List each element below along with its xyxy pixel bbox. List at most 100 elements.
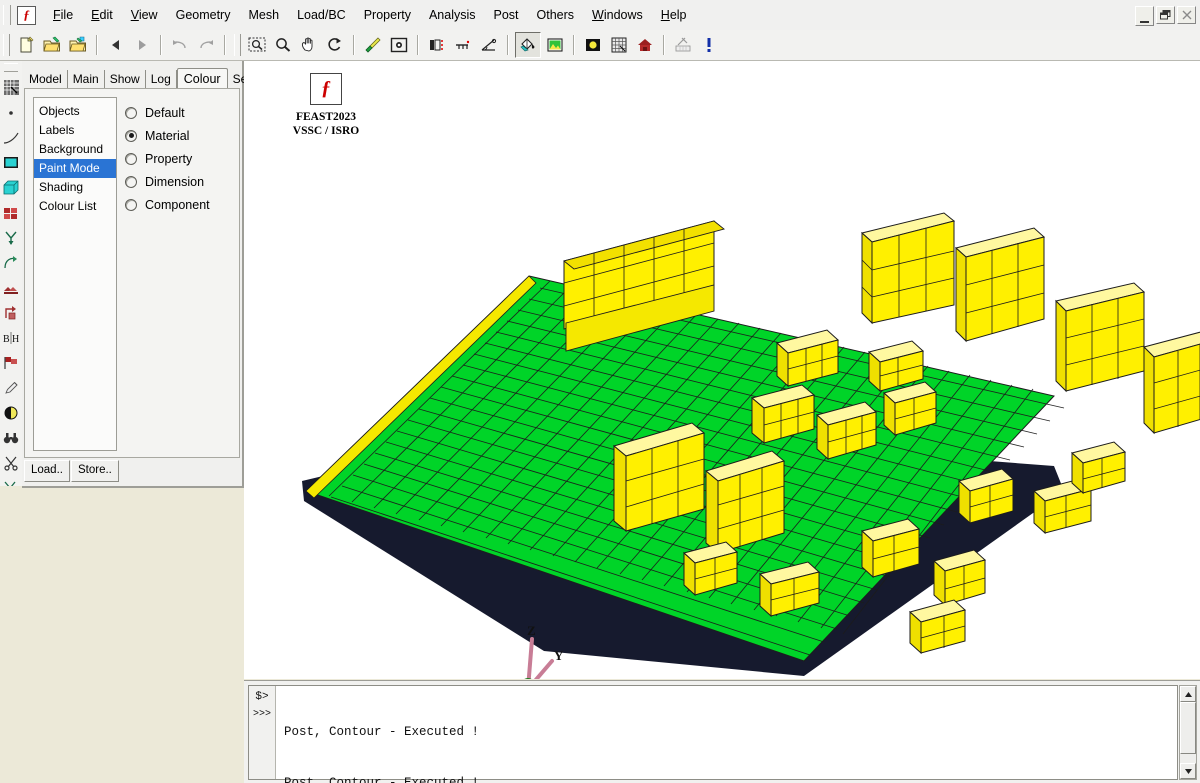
surface-tool-icon[interactable]	[1, 150, 21, 175]
rail-grip[interactable]	[4, 63, 18, 72]
console-inner[interactable]: $> >>> Post, Contour - Executed ! Post, …	[248, 685, 1178, 783]
list-item-objects[interactable]: Objects	[34, 102, 116, 121]
zoom-icon[interactable]	[271, 33, 295, 57]
menu-windows[interactable]: Windows	[583, 5, 652, 25]
extrude-tool-icon[interactable]	[1, 275, 21, 300]
menu-loadbc[interactable]: Load/BC	[288, 5, 355, 25]
console-scrollbar[interactable]	[1179, 685, 1197, 780]
tab-log[interactable]: Log	[146, 70, 177, 89]
save-file-icon[interactable]	[66, 33, 90, 57]
menu-mesh[interactable]: Mesh	[239, 5, 288, 25]
menu-analysis[interactable]: Analysis	[420, 5, 485, 25]
toolbar-grip-2[interactable]	[234, 34, 241, 56]
radio-row-dimension[interactable]: Dimension	[125, 170, 210, 193]
list-item-paint-mode[interactable]: Paint Mode	[34, 159, 116, 178]
radio-material[interactable]	[125, 129, 137, 142]
previous-view-icon[interactable]	[104, 33, 128, 57]
console-prompt-gutter: $> >>>	[249, 686, 276, 779]
panel-tab-strip: Model Main Show Log Colour Settings	[24, 68, 282, 90]
menu-bar-grip[interactable]	[3, 5, 11, 25]
redo-icon[interactable]	[194, 33, 218, 57]
tab-colour[interactable]: Colour	[176, 68, 228, 90]
mirror-tool-icon[interactable]: B H	[1, 325, 21, 350]
undo-icon[interactable]	[168, 33, 192, 57]
clear-broom-icon[interactable]	[361, 33, 385, 57]
radio-row-default[interactable]: Default	[125, 101, 210, 124]
restore-button[interactable]	[1156, 6, 1175, 24]
equipment-box	[908, 599, 967, 655]
list-item-colour-list[interactable]: Colour List	[34, 197, 116, 216]
chevron-down-icon	[1184, 768, 1192, 774]
list-item-labels[interactable]: Labels	[34, 121, 116, 140]
mesh-grid-tool-icon[interactable]	[1, 75, 21, 100]
list-item-background[interactable]: Background	[34, 140, 116, 159]
load-button[interactable]: Load..	[24, 460, 70, 482]
radio-property[interactable]	[125, 152, 137, 165]
tab-show[interactable]: Show	[105, 70, 146, 89]
menu-others[interactable]: Others	[528, 5, 584, 25]
console-output[interactable]: Post, Contour - Executed ! Post, Contour…	[276, 686, 1177, 783]
radio-row-component[interactable]: Component	[125, 193, 210, 216]
svg-text:B: B	[3, 334, 10, 345]
close-button[interactable]	[1177, 6, 1196, 24]
point-tool-icon[interactable]	[1, 100, 21, 125]
radio-component[interactable]	[125, 198, 137, 211]
warning-icon[interactable]	[697, 33, 721, 57]
rotate-icon[interactable]	[323, 33, 347, 57]
list-item-shading[interactable]: Shading	[34, 178, 116, 197]
feast-app-icon[interactable]: ƒ	[17, 5, 36, 25]
pan-hand-icon[interactable]	[297, 33, 321, 57]
tab-main[interactable]: Main	[68, 70, 105, 89]
minimize-button[interactable]	[1135, 6, 1154, 26]
fea-mesh-model[interactable]: Z Y X	[244, 61, 1200, 679]
toolbar-grip-1[interactable]	[3, 34, 10, 56]
scroll-up-button[interactable]	[1180, 686, 1196, 702]
equipment-box	[954, 227, 1046, 343]
light-tool-icon[interactable]	[1, 400, 21, 425]
menu-property[interactable]: Property	[355, 5, 420, 25]
angle-measure-icon[interactable]	[477, 33, 501, 57]
radio-row-material[interactable]: Material	[125, 124, 210, 147]
menu-geometry[interactable]: Geometry	[167, 5, 240, 25]
light-bulb-icon[interactable]	[581, 33, 605, 57]
home-view-icon[interactable]	[633, 33, 657, 57]
scroll-down-button[interactable]	[1180, 763, 1196, 779]
open-file-icon[interactable]	[40, 33, 64, 57]
fit-view-icon[interactable]	[387, 33, 411, 57]
flag-tool-icon[interactable]	[1, 350, 21, 375]
binoculars-tool-icon[interactable]	[1, 425, 21, 450]
split-tool-icon[interactable]	[1, 225, 21, 250]
constraint-icon[interactable]	[451, 33, 475, 57]
grid-icon[interactable]	[607, 33, 631, 57]
store-button[interactable]: Store..	[70, 460, 119, 482]
next-view-icon[interactable]	[130, 33, 154, 57]
paint-bucket-icon[interactable]	[515, 32, 541, 58]
brick-mesh-tool-icon[interactable]	[1, 200, 21, 225]
rotate-copy-tool-icon[interactable]	[1, 300, 21, 325]
scrollbar-thumb[interactable]	[1180, 702, 1196, 754]
tab-model[interactable]: Model	[24, 70, 68, 89]
erase-icon[interactable]	[671, 33, 695, 57]
main-toolbar	[0, 30, 1200, 61]
new-file-icon[interactable]	[14, 33, 38, 57]
model-viewport-3d[interactable]: ƒ FEAST2023 VSSC / ISRO Z Y	[244, 61, 1200, 679]
menu-help[interactable]: Help	[652, 5, 696, 25]
menu-post[interactable]: Post	[485, 5, 528, 25]
menu-view[interactable]: View	[122, 5, 167, 25]
zoom-box-icon[interactable]	[245, 33, 269, 57]
curve-tool-icon[interactable]	[1, 125, 21, 150]
pencil-tool-icon[interactable]	[1, 375, 21, 400]
radio-row-property[interactable]: Property	[125, 147, 210, 170]
radio-dimension[interactable]	[125, 175, 137, 188]
scissors-tool-icon[interactable]	[1, 450, 21, 475]
equipment-box	[1143, 331, 1200, 435]
sweep-tool-icon[interactable]	[1, 250, 21, 275]
menu-bar: ƒ File Edit View Geometry Mesh Load/BC P…	[0, 0, 1200, 31]
colour-category-list[interactable]: Objects Labels Background Paint Mode Sha…	[33, 97, 117, 451]
image-capture-icon[interactable]	[543, 33, 567, 57]
radio-default[interactable]	[125, 106, 137, 119]
solid-tool-icon[interactable]	[1, 175, 21, 200]
menu-file[interactable]: File	[44, 5, 82, 25]
mesh-density-icon[interactable]	[425, 33, 449, 57]
menu-edit[interactable]: Edit	[82, 5, 122, 25]
